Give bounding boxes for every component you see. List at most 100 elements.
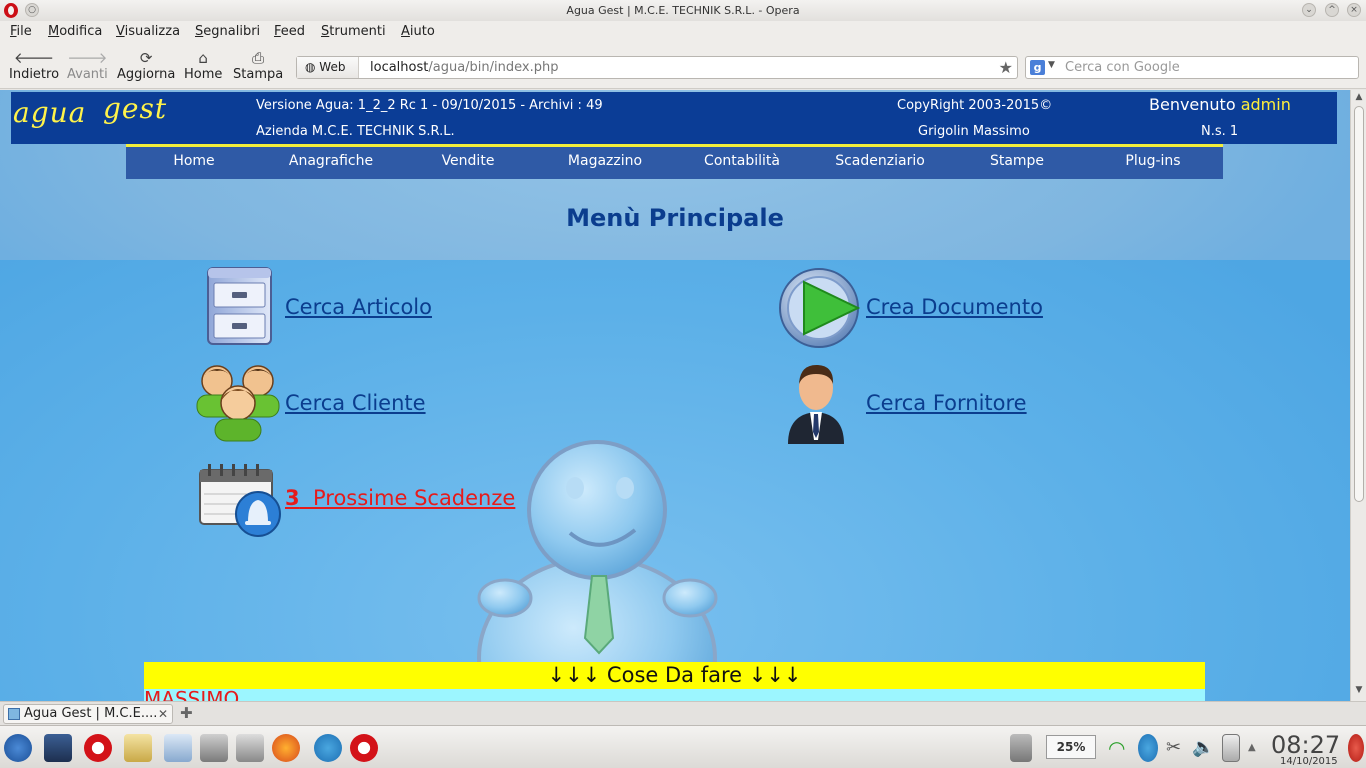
cerca-cliente-link[interactable]: Cerca Cliente [285, 391, 426, 415]
scissors-icon[interactable]: ✂ [1166, 734, 1186, 762]
play-icon[interactable] [778, 267, 860, 349]
todo-item[interactable]: MASSIMO [144, 689, 239, 701]
forward-button[interactable]: 🡒 Avanti [67, 49, 108, 82]
nav-stampe[interactable]: Stampe [990, 153, 1044, 169]
home-icon: ⌂ [198, 49, 208, 67]
power-icon[interactable] [1348, 734, 1364, 762]
maximize-icon[interactable]: ^ [1325, 3, 1339, 17]
ns-number: N.s. 1 [1201, 124, 1239, 139]
prossime-scadenze-link[interactable]: 3 Prossime Scadenze [285, 486, 515, 510]
page-scrollbar[interactable]: ▲ ▼ [1350, 90, 1366, 701]
menu-strumenti[interactable]: Strumenti [321, 24, 386, 39]
calendar-bell-icon[interactable] [198, 462, 282, 538]
printer-icon: ⎙ [252, 49, 265, 67]
todo-list: MASSIMO [144, 689, 1205, 701]
nav-vendite[interactable]: Vendite [442, 153, 495, 169]
address-url[interactable]: localhost/agua/bin/index.php [370, 60, 558, 75]
nav-contabilita[interactable]: Contabilità [704, 153, 780, 169]
new-tab-icon[interactable]: ✚ [180, 704, 193, 722]
tools-icon[interactable] [200, 734, 228, 762]
address-mode-button[interactable]: ◍ Web [297, 57, 359, 78]
tab-agua-gest[interactable]: Agua Gest | M.C.E.... ✕ [3, 704, 173, 724]
home-button[interactable]: ⌂ Home [184, 49, 222, 82]
forward-arrow-icon: 🡒 [67, 49, 108, 67]
cerca-articolo-link[interactable]: Cerca Articolo [285, 295, 432, 319]
clock-time[interactable]: 08:27 [1271, 731, 1340, 759]
os-taskbar: 25% ◠ ✂ 🔈 ▲ 08:27 14/10/2015 [0, 725, 1366, 768]
close-tab-icon[interactable]: ✕ [158, 705, 168, 723]
reload-label: Aggiorna [117, 67, 176, 82]
print-button[interactable]: ⎙ Stampa [233, 49, 283, 82]
page-title: Menù Principale [566, 204, 784, 232]
bookmark-star-icon[interactable]: ★ [999, 57, 1013, 78]
scrollbar-thumb[interactable] [1354, 106, 1364, 502]
wifi-icon[interactable]: ◠ [1108, 734, 1132, 762]
username: admin [1240, 95, 1291, 114]
window-titlebar: ○ Agua Gest | M.C.E. TECHNIK S.R.L. - Op… [0, 0, 1366, 21]
scroll-up-icon[interactable]: ▲ [1353, 92, 1365, 104]
address-mode-label: Web [319, 60, 346, 74]
customers-group-icon[interactable] [195, 363, 281, 443]
google-icon[interactable]: g [1030, 60, 1045, 75]
reload-icon: ⟳ [139, 49, 153, 67]
main-nav: Home Anagrafiche Vendite Magazzino Conta… [126, 144, 1223, 179]
clipboard-icon[interactable] [1222, 734, 1240, 762]
scadenze-label: Prossime Scadenze [312, 486, 516, 510]
page-viewport: agua gest Versione Agua: 1_2_2 Rc 1 - 09… [0, 90, 1350, 701]
search-input[interactable]: Cerca con Google [1065, 60, 1180, 75]
volume-icon[interactable]: 🔈 [1192, 734, 1214, 762]
back-label: Indietro [9, 67, 60, 82]
filing-cabinet-icon[interactable] [206, 266, 273, 346]
nav-scadenziario[interactable]: Scadenziario [835, 153, 925, 169]
minimize-icon[interactable]: ⌄ [1302, 3, 1316, 17]
address-bar[interactable]: ◍ Web localhost/agua/bin/index.php ★ [296, 56, 1018, 79]
window-menu-icon[interactable]: ○ [25, 3, 39, 17]
telegram-icon[interactable] [314, 734, 342, 762]
home-label: Home [184, 67, 223, 82]
logo-text-b: gest [103, 92, 168, 125]
menu-visualizza[interactable]: Visualizza [116, 24, 180, 39]
crea-documento-link[interactable]: Crea Documento [866, 295, 1043, 319]
nav-home[interactable]: Home [173, 153, 214, 169]
search-box[interactable]: g ▼ Cerca con Google [1025, 56, 1359, 79]
favicon-icon [8, 708, 20, 720]
menu-segnalibri[interactable]: Segnalibri [195, 24, 260, 39]
company-name: Azienda M.C.E. TECHNIK S.R.L. [256, 124, 455, 139]
calculator-icon[interactable] [1010, 734, 1032, 762]
reload-button[interactable]: ⟳ Aggiorna [117, 49, 175, 82]
print-label: Stampa [233, 67, 284, 82]
window-title: Agua Gest | M.C.E. TECHNIK S.R.L. - Oper… [566, 4, 800, 17]
copyright: CopyRight 2003-2015© [897, 98, 1053, 113]
tray-expand-icon[interactable]: ▲ [1248, 734, 1262, 762]
opera-logo-icon[interactable] [4, 3, 18, 18]
supplier-person-icon[interactable] [786, 362, 846, 444]
desktop-icon[interactable] [44, 734, 72, 762]
app-header: agua gest Versione Agua: 1_2_2 Rc 1 - 09… [11, 92, 1337, 144]
welcome-message: Benvenuto admin [1149, 95, 1291, 114]
cerca-fornitore-link[interactable]: Cerca Fornitore [866, 391, 1027, 415]
notes-icon[interactable] [164, 734, 192, 762]
menu-feed[interactable]: Feed [274, 24, 305, 39]
cpu-load-indicator[interactable]: 25% [1046, 735, 1096, 759]
file-manager-icon[interactable] [124, 734, 152, 762]
start-menu-icon[interactable] [4, 734, 32, 762]
scadenze-count: 3 [285, 486, 300, 510]
menu-file[interactable]: File [10, 24, 32, 39]
nav-anagrafiche[interactable]: Anagrafiche [289, 153, 373, 169]
chevron-down-icon[interactable]: ▼ [1048, 60, 1055, 70]
opera-taskbar-icon[interactable] [84, 734, 112, 762]
scroll-down-icon[interactable]: ▼ [1353, 685, 1365, 697]
agua-gest-logo[interactable]: agua gest [13, 92, 166, 129]
menu-modifica[interactable]: Modifica [48, 24, 102, 39]
close-icon[interactable]: × [1347, 3, 1361, 17]
nav-plugins[interactable]: Plug-ins [1125, 153, 1180, 169]
firefox-icon[interactable] [272, 734, 300, 762]
back-button[interactable]: 🡐 Indietro [9, 49, 59, 82]
url-host: localhost [370, 60, 429, 75]
opera-running-icon[interactable] [350, 734, 378, 762]
menu-aiuto[interactable]: Aiuto [401, 24, 435, 39]
welcome-label: Benvenuto [1149, 95, 1236, 114]
nav-magazzino[interactable]: Magazzino [568, 153, 642, 169]
network-share-icon[interactable] [236, 734, 264, 762]
telegram-tray-icon[interactable] [1138, 734, 1158, 762]
